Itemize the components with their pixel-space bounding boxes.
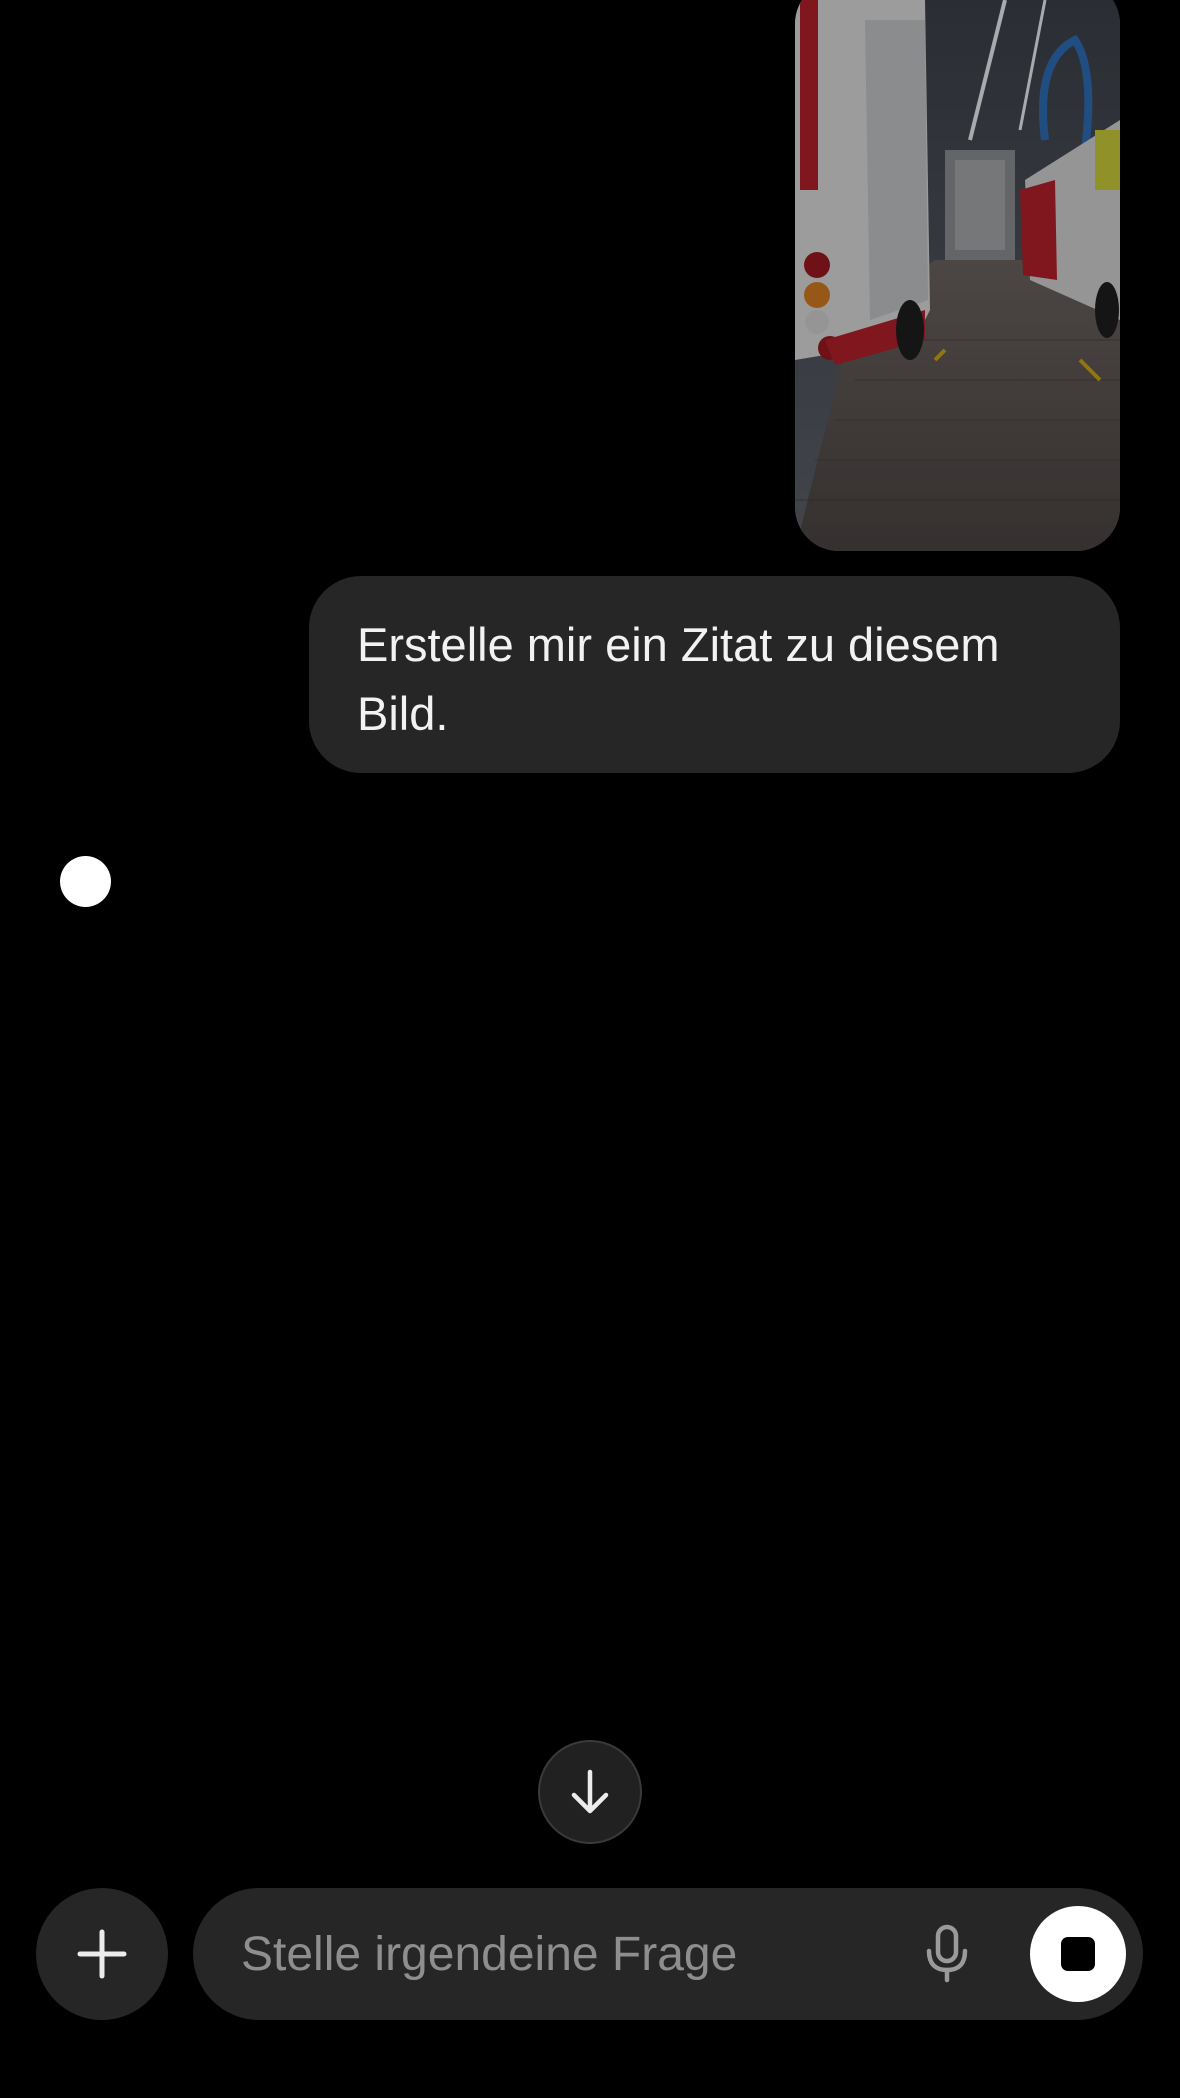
user-message-text: Erstelle mir ein Zitat zu diesem Bild.: [357, 618, 1000, 740]
fire-truck-photo: [795, 0, 1120, 551]
message-composer: [193, 1888, 1143, 2020]
microphone-icon: [926, 1924, 968, 1983]
plus-icon: [77, 1929, 127, 1979]
user-message-bubble: Erstelle mir ein Zitat zu diesem Bild.: [309, 576, 1120, 773]
stop-generation-button[interactable]: [1030, 1906, 1126, 2002]
thinking-dot-icon: [60, 856, 111, 907]
add-attachment-button[interactable]: [36, 1888, 168, 2020]
arrow-down-icon: [571, 1769, 609, 1814]
stop-icon: [1061, 1937, 1095, 1971]
scroll-to-bottom-button[interactable]: [538, 1740, 642, 1844]
voice-input-button[interactable]: [911, 1918, 983, 1990]
message-input[interactable]: [241, 1888, 881, 2020]
attached-image[interactable]: [795, 0, 1120, 551]
